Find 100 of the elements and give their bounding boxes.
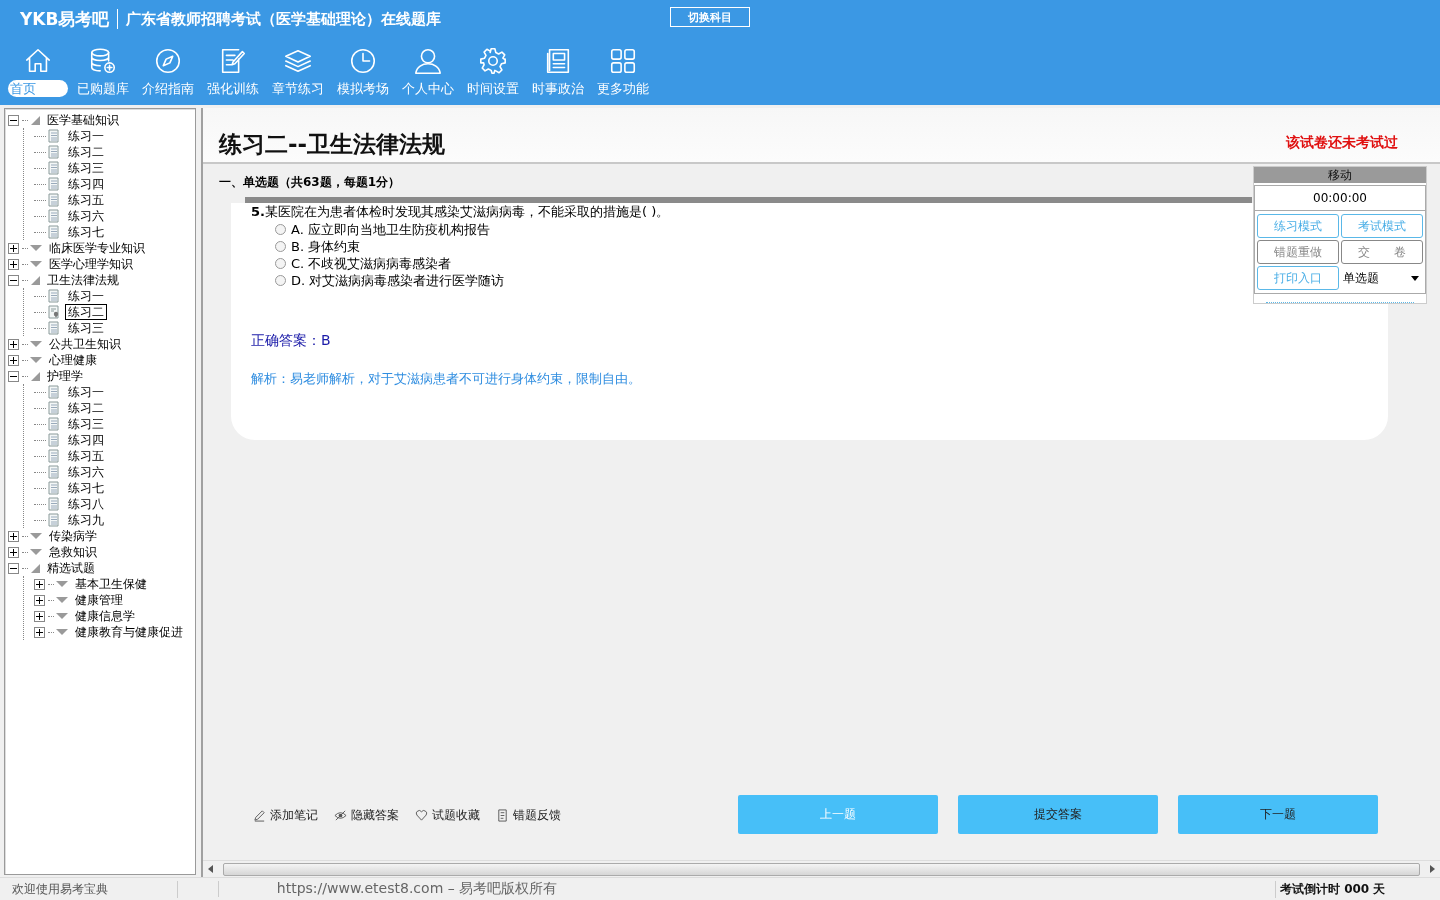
tree-item[interactable]: 临床医学专业知识 bbox=[46, 240, 148, 256]
tree-item[interactable]: 健康教育与健康促进 bbox=[72, 624, 186, 640]
document-icon bbox=[496, 809, 509, 822]
document-icon bbox=[48, 145, 60, 159]
tree-item[interactable]: 练习二 bbox=[65, 144, 107, 160]
collapse-icon[interactable] bbox=[8, 370, 19, 382]
triangle-icon bbox=[55, 579, 69, 589]
tree-item[interactable]: 护理学 bbox=[44, 368, 86, 384]
radio-button[interactable] bbox=[275, 224, 286, 235]
expand-icon[interactable] bbox=[34, 594, 45, 606]
tree-item[interactable]: 练习一 bbox=[65, 288, 107, 304]
grid-icon[interactable] bbox=[608, 46, 638, 76]
tree-item[interactable]: 练习四 bbox=[65, 432, 107, 448]
tree-item[interactable]: 练习四 bbox=[65, 176, 107, 192]
question-text: 5.某医院在为患者体检时发现其感染艾滋病病毒，不能采取的措施是( )。 bbox=[251, 203, 671, 220]
tree-item[interactable]: 医学基础知识 bbox=[44, 112, 122, 128]
option-text: B. 身体约束 bbox=[291, 237, 361, 256]
tree-item[interactable]: 健康信息学 bbox=[72, 608, 138, 624]
document-icon bbox=[48, 161, 60, 175]
question-nav-button[interactable]: 下一题 bbox=[1178, 795, 1378, 834]
triangle-icon bbox=[29, 562, 41, 574]
countdown-text: 考试倒计时 000 天 bbox=[1275, 880, 1440, 898]
collapse-icon[interactable] bbox=[8, 114, 19, 126]
triangle-icon bbox=[29, 274, 41, 286]
toolbar-button[interactable]: 试题收藏 bbox=[415, 807, 480, 824]
tree-item[interactable]: 公共卫生知识 bbox=[46, 336, 124, 352]
document-icon bbox=[48, 497, 60, 511]
tree-item[interactable]: 练习三 bbox=[65, 160, 107, 176]
question-nav-button[interactable]: 提交答案 bbox=[958, 795, 1158, 834]
triangle-icon bbox=[29, 259, 43, 269]
horizontal-scrollbar[interactable] bbox=[223, 862, 1420, 876]
toolbar-button[interactable]: 错题反馈 bbox=[496, 807, 561, 824]
exam-status: 该试卷还未考试过 bbox=[1286, 134, 1398, 152]
triangle-icon bbox=[29, 355, 43, 365]
expand-icon[interactable] bbox=[8, 242, 19, 254]
expand-icon[interactable] bbox=[34, 610, 45, 622]
tree-item[interactable]: 练习三 bbox=[65, 320, 107, 336]
tree-item[interactable]: 练习八 bbox=[65, 496, 107, 512]
compass-icon[interactable] bbox=[153, 46, 183, 76]
expand-icon[interactable] bbox=[8, 258, 19, 270]
toolbar-button[interactable]: 添加笔记 bbox=[253, 807, 318, 824]
expand-icon[interactable] bbox=[8, 338, 19, 350]
triangle-icon bbox=[29, 114, 41, 126]
status-text: 欢迎使用易考宝典 bbox=[0, 880, 178, 898]
radio-button[interactable] bbox=[275, 241, 286, 252]
document-icon bbox=[48, 289, 60, 303]
triangle-icon bbox=[55, 627, 69, 637]
tree-item[interactable]: 练习一 bbox=[65, 128, 107, 144]
document-icon bbox=[48, 433, 60, 447]
tree-item[interactable]: 基本卫生保健 bbox=[72, 576, 150, 592]
document-icon bbox=[48, 193, 60, 207]
option-text: D. 对艾滋病病毒感染者进行医学随访 bbox=[291, 271, 505, 290]
tree-item[interactable]: 练习六 bbox=[65, 208, 107, 224]
tree-item[interactable]: 卫生法律法规 bbox=[44, 272, 122, 288]
expand-icon[interactable] bbox=[8, 546, 19, 558]
tree-item[interactable]: 练习五 bbox=[65, 192, 107, 208]
document-icon bbox=[48, 385, 60, 399]
tree-item[interactable]: 医学心理学知识 bbox=[46, 256, 136, 272]
document-icon bbox=[48, 321, 60, 335]
timer: 00:00:00 bbox=[1254, 185, 1426, 211]
expand-icon[interactable] bbox=[34, 626, 45, 638]
tree-item[interactable]: 急救知识 bbox=[46, 544, 100, 560]
tree-item[interactable]: 练习九 bbox=[65, 512, 107, 528]
tree-item[interactable]: 传染病学 bbox=[46, 528, 100, 544]
toolbar-button[interactable]: 隐藏答案 bbox=[334, 807, 399, 824]
collapse-icon[interactable] bbox=[8, 562, 19, 574]
document-pin-icon bbox=[48, 305, 60, 319]
database-icon[interactable] bbox=[88, 46, 118, 76]
expand-icon[interactable] bbox=[8, 530, 19, 542]
tree-item[interactable]: 练习五 bbox=[65, 448, 107, 464]
scroll-left-icon[interactable] bbox=[207, 865, 215, 873]
section-heading: 一、单选题（共63题，每题1分） bbox=[219, 175, 401, 189]
gear-icon[interactable] bbox=[478, 46, 508, 76]
document-icon bbox=[48, 129, 60, 143]
triangle-icon bbox=[29, 370, 41, 382]
tree-item[interactable]: 练习七 bbox=[65, 224, 107, 240]
caret-icon[interactable] bbox=[1411, 275, 1419, 281]
scroll-right-icon[interactable] bbox=[1428, 865, 1436, 873]
triangle-icon bbox=[55, 611, 69, 621]
expand-icon[interactable] bbox=[8, 354, 19, 366]
tree-item[interactable]: 心理健康 bbox=[46, 352, 100, 368]
tree-item[interactable]: 练习六 bbox=[65, 464, 107, 480]
tree-item[interactable]: 健康管理 bbox=[72, 592, 126, 608]
tree-item[interactable]: 练习三 bbox=[65, 416, 107, 432]
collapse-icon[interactable] bbox=[8, 274, 19, 286]
radio-button[interactable] bbox=[275, 275, 286, 286]
tree-item[interactable]: 精选试题 bbox=[44, 560, 98, 576]
document-icon bbox=[48, 417, 60, 431]
tree-item[interactable]: 练习二 bbox=[65, 400, 107, 416]
user-icon[interactable] bbox=[413, 46, 443, 76]
document-icon bbox=[48, 209, 60, 223]
option-text: C. 不歧视艾滋病病毒感染者 bbox=[291, 254, 452, 273]
expand-icon[interactable] bbox=[34, 578, 45, 590]
logo-text: YKB易考吧 bbox=[20, 7, 110, 31]
clock-icon[interactable] bbox=[348, 46, 378, 76]
tree-item[interactable]: 练习二 bbox=[65, 304, 107, 320]
radio-button[interactable] bbox=[275, 258, 286, 269]
tree-item[interactable]: 练习七 bbox=[65, 480, 107, 496]
question-type-dropdown[interactable]: 单选题 bbox=[1341, 266, 1423, 290]
tree-item[interactable]: 练习一 bbox=[65, 384, 107, 400]
